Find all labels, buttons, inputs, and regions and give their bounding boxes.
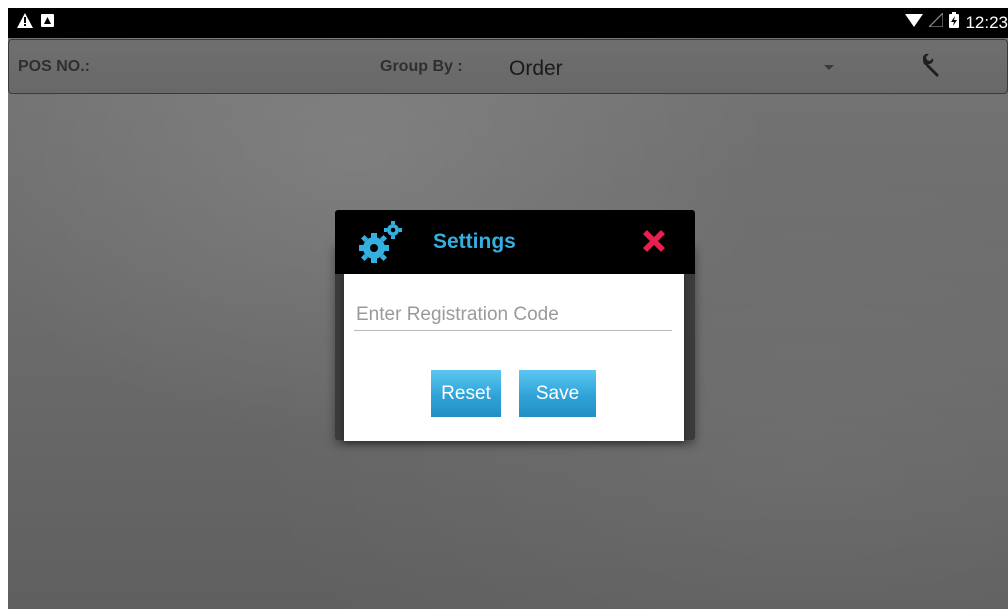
settings-dialog: Settings Reset Save — [335, 210, 695, 470]
status-bar: 12:23 — [8, 8, 1008, 38]
group-by-select[interactable]: Order — [501, 48, 841, 86]
main-area: POS NO.: Group By : Order Settings Enter… — [8, 38, 1008, 609]
dropdown-arrow-icon — [824, 65, 834, 70]
wifi-icon — [905, 13, 924, 32]
wrench-icon — [918, 53, 948, 86]
top-toolbar: POS NO.: Group By : Order — [8, 39, 1008, 94]
dialog-header: Settings — [335, 210, 695, 274]
registration-code-input[interactable] — [354, 299, 672, 331]
signal-icon — [928, 11, 945, 32]
group-by-label: Group By : — [380, 58, 463, 75]
save-button[interactable]: Save — [519, 370, 596, 417]
status-time: 12:23 — [965, 12, 1008, 32]
notification-icon — [41, 14, 54, 32]
warning-icon — [17, 13, 33, 33]
battery-icon — [949, 12, 960, 33]
reset-button[interactable]: Reset — [431, 370, 501, 417]
dialog-title: Settings — [433, 230, 516, 253]
device-screen: 12:23 POS NO.: Group By : Order Settings… — [8, 8, 1008, 609]
wrench-settings-button[interactable] — [918, 52, 948, 82]
dialog-body: Reset Save — [344, 274, 684, 441]
close-dialog-button[interactable] — [639, 226, 669, 256]
gears-icon — [357, 220, 407, 266]
group-by-value: Order — [509, 57, 563, 80]
pos-number-label: POS NO.: — [18, 58, 91, 75]
close-icon — [639, 230, 669, 260]
